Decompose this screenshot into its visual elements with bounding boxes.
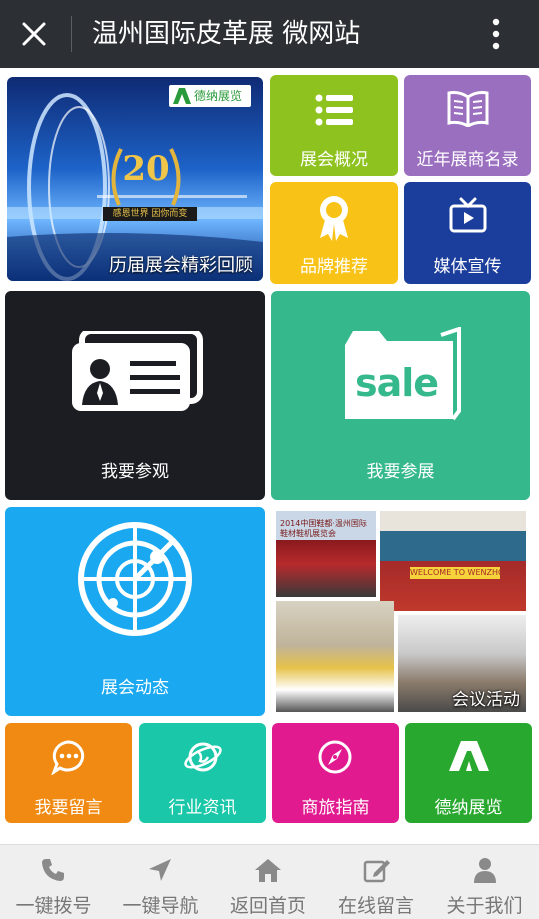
dena-logo-icon [173, 88, 191, 104]
tile-message-label: 我要留言 [34, 798, 103, 818]
photo-welcome: WELCOME TO WENZHOU [380, 511, 526, 611]
user-icon [474, 858, 496, 883]
tv-icon [449, 197, 487, 233]
edit-icon [363, 860, 390, 883]
tile-brands[interactable]: 品牌推荐 [270, 182, 398, 284]
bottom-nav: 一键拨号 一键导航 返回首页 在线留言 关于我们 [0, 844, 539, 919]
tile-travel[interactable]: 商旅指南 [272, 723, 399, 823]
tile-industry-label: 行业资讯 [168, 798, 237, 818]
page-title: 温州国际皮革展 微网站 [92, 19, 361, 49]
tile-media[interactable]: 媒体宣传 [404, 182, 531, 284]
business-card-icon [72, 331, 203, 411]
chat-bubble-icon [51, 740, 85, 775]
tile-exhibit-label: 我要参展 [366, 462, 435, 482]
welcome-text: WELCOME TO WENZHOU [410, 567, 500, 579]
compass-icon [318, 740, 352, 774]
tile-meeting-label: 会议活动 [452, 690, 520, 710]
radar-icon [78, 522, 192, 636]
tile-news[interactable]: 展会动态 [5, 507, 265, 716]
tile-overview-label: 展会概况 [300, 150, 368, 170]
tile-exhibitors[interactable]: 近年展商名录 [404, 75, 531, 176]
title-bar: 温州国际皮革展 微网站 [0, 0, 539, 68]
title-separator [71, 16, 72, 52]
award-icon [320, 196, 348, 241]
nav-item-label: 在线留言 [337, 895, 414, 917]
tile-industry[interactable]: 行业资讯 [139, 723, 266, 823]
nav-item-call[interactable]: 一键拨号 [0, 845, 107, 919]
nav-item-label: 关于我们 [446, 895, 523, 917]
tile-news-label: 展会动态 [101, 678, 169, 698]
badge-number: 20 [122, 149, 170, 189]
nav-item-about[interactable]: 关于我们 [430, 845, 539, 919]
tile-review-label: 历届展会精彩回顾 [109, 255, 253, 276]
list-icon [315, 94, 353, 126]
tile-message[interactable]: 我要留言 [5, 723, 132, 823]
photo-stage-text: 2014中国鞋都·温州国际鞋材鞋机展览会 [280, 519, 367, 538]
tile-dena[interactable]: 德纳展览 [405, 723, 532, 823]
dena-logo-icon [449, 741, 489, 771]
tile-review[interactable]: 德纳展览 20 感恩世界 因你而变 历届展会精彩回顾 [7, 77, 263, 281]
tile-dena-label: 德纳展览 [434, 798, 503, 818]
navigation-arrow-icon [149, 859, 171, 881]
tile-exhibit[interactable]: sale 我要参展 [271, 291, 530, 500]
nav-item-navigate[interactable]: 一键导航 [107, 845, 214, 919]
home-icon [255, 859, 281, 882]
nav-item-label: 一键导航 [122, 895, 199, 917]
globe-icon [184, 742, 222, 772]
banner-logo: 德纳展览 [169, 85, 251, 107]
tile-visit[interactable]: 我要参观 [5, 291, 265, 500]
anniversary-badge: 20 [107, 139, 185, 213]
nav-item-label: 一键拨号 [15, 895, 92, 917]
close-icon[interactable] [18, 18, 50, 50]
tile-overview[interactable]: 展会概况 [270, 75, 398, 176]
more-menu-icon[interactable] [484, 14, 508, 54]
tile-brands-label: 品牌推荐 [300, 257, 368, 277]
tile-visit-label: 我要参观 [101, 462, 169, 482]
sale-text: sale [355, 361, 439, 405]
tile-meeting[interactable]: 2014中国鞋都·温州国际鞋材鞋机展览会 WELCOME TO WENZHOU … [272, 507, 530, 716]
nav-item-home[interactable]: 返回首页 [214, 845, 322, 919]
banner-logo-text: 德纳展览 [194, 89, 243, 103]
book-icon [447, 91, 489, 127]
nav-item-label: 返回首页 [229, 895, 306, 917]
photo-stage: 2014中国鞋都·温州国际鞋材鞋机展览会 [276, 511, 376, 597]
photo-booth [276, 601, 394, 712]
phone-icon [42, 859, 64, 881]
tile-travel-label: 商旅指南 [301, 798, 370, 818]
tile-exhibitors-label: 近年展商名录 [416, 150, 519, 170]
badge-slogan: 感恩世界 因你而变 [103, 207, 197, 221]
tile-media-label: 媒体宣传 [433, 257, 502, 277]
nav-item-message[interactable]: 在线留言 [322, 845, 430, 919]
